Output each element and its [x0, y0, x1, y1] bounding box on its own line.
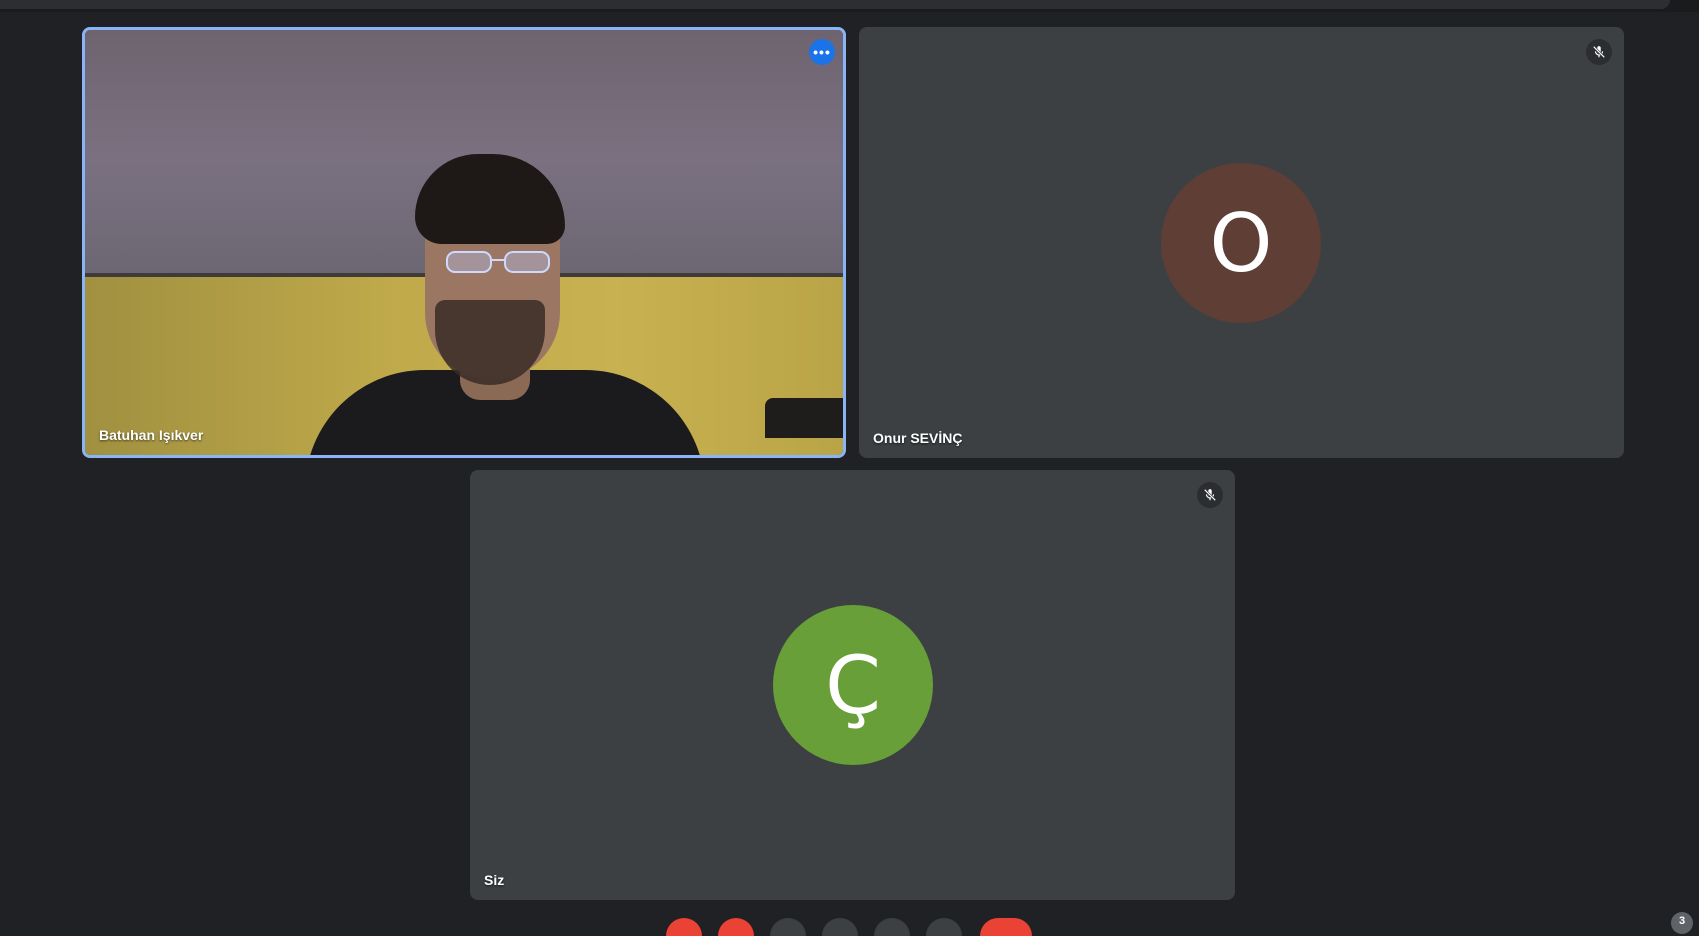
participant-count-badge[interactable]: 3 [1671, 912, 1693, 934]
participant-tile-self[interactable]: Ç Siz [470, 470, 1235, 900]
end-call-button[interactable] [980, 918, 1032, 936]
avatar-letter: Ç [825, 638, 881, 732]
participant-video [85, 30, 843, 455]
participant-name: Siz [484, 872, 505, 888]
person-glasses [446, 251, 550, 273]
mic-toggle-button[interactable] [666, 918, 702, 936]
present-button[interactable] [874, 918, 910, 936]
captions-button[interactable] [770, 918, 806, 936]
participant-name: Onur SEVİNÇ [873, 430, 963, 446]
participant-tile-batuhan[interactable]: ••• Batuhan Işıkver [82, 27, 846, 458]
mic-off-icon [1197, 482, 1223, 508]
participant-name: Batuhan Işıkver [99, 427, 204, 443]
more-options-button[interactable]: ••• [809, 39, 835, 65]
call-controls-bar [0, 918, 1699, 936]
mic-off-icon [1586, 39, 1612, 65]
avatar: O [1161, 163, 1321, 323]
camera-toggle-button[interactable] [718, 918, 754, 936]
browser-top-strip [0, 0, 1699, 12]
participant-tile-onur[interactable]: O Onur SEVİNÇ [859, 27, 1624, 458]
avatar-letter: O [1209, 196, 1273, 290]
raise-hand-button[interactable] [822, 918, 858, 936]
more-options-bar-button[interactable] [926, 918, 962, 936]
person-hair [415, 154, 565, 244]
avatar: Ç [773, 605, 933, 765]
chair [765, 398, 843, 438]
more-horiz-icon: ••• [813, 44, 831, 60]
browser-tab-bar [0, 0, 1670, 9]
